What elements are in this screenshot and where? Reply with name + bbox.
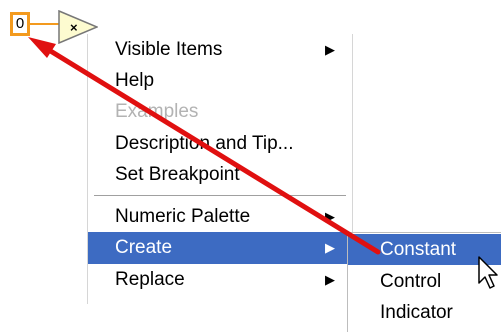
menu-item-examples: Examples [88,96,352,128]
submenu-item-label: Indicator [380,302,453,323]
numeric-constant[interactable]: 0 [10,12,30,36]
menu-item-label: Visible Items [115,39,223,60]
constant-value: 0 [15,15,25,32]
menu-item-help[interactable]: Help [88,65,352,97]
menu-item-label: Description and Tip... [115,133,294,154]
menu-item-visible-items[interactable]: Visible Items ▶ [88,34,352,66]
menu-item-create[interactable]: Create ▶ [88,232,352,264]
menu-item-label: Set Breakpoint [115,164,240,185]
menu-item-label: Create [115,237,173,258]
menu-separator [94,195,346,197]
menu-item-label: Examples [115,101,199,122]
context-menu: Visible Items ▶ Help Examples Descriptio… [87,34,353,304]
mouse-pointer-icon [478,256,498,289]
multiply-symbol-icon: × [70,20,78,35]
menu-item-label: Numeric Palette [115,206,251,227]
menu-item-label: Help [115,70,155,91]
submenu-arrow-icon: ▶ [325,42,335,57]
submenu-arrow-icon: ▶ [325,240,335,255]
menu-item-numeric-palette[interactable]: Numeric Palette ▶ [88,201,352,233]
submenu-arrow-icon: ▶ [325,272,335,287]
menu-item-replace[interactable]: Replace ▶ [88,264,352,296]
menu-item-label: Replace [115,269,185,290]
submenu-item-indicator[interactable]: Indicator [348,297,501,328]
menu-item-description-and-tip[interactable]: Description and Tip... [88,128,352,160]
menu-item-set-breakpoint[interactable]: Set Breakpoint [88,159,352,191]
submenu-item-label: Constant [380,239,457,260]
submenu-arrow-icon: ▶ [325,209,335,224]
submenu-item-label: Control [380,271,442,292]
